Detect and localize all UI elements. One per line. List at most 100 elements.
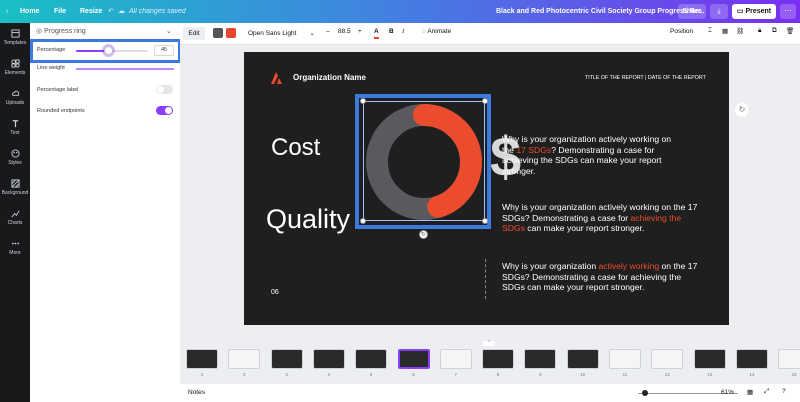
transparency-icon[interactable]: ▦: [722, 27, 728, 35]
grid-view-icon[interactable]: ▦: [747, 388, 753, 396]
page-thumbnail[interactable]: [482, 349, 515, 369]
rail-styles[interactable]: Styles: [0, 149, 30, 166]
page-thumbnail[interactable]: [778, 349, 800, 369]
document-title[interactable]: Black and Red Photocentric Civil Society…: [496, 0, 705, 23]
page-number-label: 14: [749, 372, 755, 377]
bold-icon[interactable]: B: [389, 28, 394, 35]
page-number-label: 8: [496, 372, 500, 377]
percentage-slider-track[interactable]: [76, 46, 148, 55]
panel-header[interactable]: ◎ Progress ring: [36, 27, 86, 35]
rounded-endpoints-toggle[interactable]: [156, 106, 173, 115]
chevron-down-icon[interactable]: ⌄: [166, 27, 172, 35]
position-button[interactable]: Position: [670, 28, 693, 35]
page-thumbnail[interactable]: [439, 349, 472, 369]
present-button[interactable]: ▭ Present: [732, 4, 776, 19]
page-number-label: 6: [412, 372, 415, 377]
download-icon[interactable]: ⤓: [710, 4, 728, 19]
share-button[interactable]: Share: [678, 4, 706, 19]
rail-label: Background: [1, 190, 29, 196]
quality-heading: Quality: [266, 204, 351, 234]
styles-icon: [10, 149, 20, 158]
rail-elements[interactable]: Elements: [0, 59, 30, 76]
paint-format-icon[interactable]: ⌶: [708, 27, 712, 35]
increase-size-icon[interactable]: +: [358, 28, 362, 35]
rail-uploads[interactable]: Uploads: [0, 89, 30, 106]
font-size-input[interactable]: 88.5: [338, 28, 351, 35]
color-swatch-red[interactable]: [226, 28, 236, 38]
rail-templates[interactable]: Templates: [0, 29, 30, 46]
undo-icon[interactable]: ↶: [108, 0, 114, 23]
percentage-input[interactable]: 45: [154, 45, 174, 56]
notes-button[interactable]: Notes: [188, 389, 205, 396]
fullscreen-icon[interactable]: ⤢: [764, 388, 769, 396]
page-number-label: 15: [791, 372, 797, 377]
link-icon[interactable]: ⛓: [736, 27, 744, 35]
rail-label: Elements: [4, 70, 26, 76]
refresh-icon[interactable]: ↻: [735, 103, 749, 117]
toggle-knob: [157, 86, 164, 93]
page-thumbnail[interactable]: [186, 349, 218, 369]
page-thumbnail[interactable]: [735, 349, 768, 369]
rail-background[interactable]: Background: [0, 179, 30, 196]
page-thumbnail[interactable]: [693, 349, 726, 369]
line-weight-label: Line weight: [37, 65, 65, 71]
line-weight-slider[interactable]: [76, 68, 174, 70]
selection-box[interactable]: [363, 101, 485, 221]
paragraph-2: Why is your organization actively workin…: [502, 202, 702, 234]
more-options-icon[interactable]: ⋯: [780, 4, 796, 19]
resize-handle[interactable]: [360, 218, 366, 224]
editor-toolbar: Edit Open Sans Light ⌄ – 88.5 + A B I ◌ …: [180, 23, 800, 45]
cloud-saved-icon: ☁: [118, 8, 125, 15]
rail-more[interactable]: More: [0, 239, 30, 256]
page-thumbnail[interactable]: [566, 349, 599, 369]
back-chevron-icon[interactable]: ‹: [6, 0, 8, 23]
edit-button[interactable]: Edit: [183, 27, 205, 40]
trash-icon[interactable]: 🗑︎: [786, 27, 794, 35]
rotate-handle-icon[interactable]: ↻: [419, 230, 428, 239]
help-icon[interactable]: ?: [782, 388, 786, 395]
page-thumbnail[interactable]: [524, 349, 557, 369]
percentage-label: Percentage: [37, 47, 66, 53]
rail-text[interactable]: Text: [0, 119, 30, 136]
page-number-label: 5: [369, 372, 373, 377]
rail-label: Uploads: [5, 100, 25, 106]
p2-text-end: can make your report stronger.: [524, 223, 645, 234]
italic-icon[interactable]: I: [402, 28, 404, 35]
text-color-icon[interactable]: A: [374, 27, 379, 39]
page-thumbnail[interactable]: [270, 349, 303, 369]
present-label: Present: [745, 8, 772, 15]
page-thumbnail[interactable]: [228, 349, 261, 369]
page-number-label: 1: [200, 372, 204, 377]
percentage-label-toggle[interactable]: [156, 85, 173, 94]
home-button[interactable]: Home: [20, 0, 39, 23]
page-thumbnail[interactable]: [651, 349, 684, 369]
page-thumbnail[interactable]: [609, 349, 641, 369]
percentage-label-toggle-label: Percentage label: [37, 87, 79, 93]
resize-handle[interactable]: [482, 218, 488, 224]
zoom-slider-handle[interactable]: [642, 390, 648, 396]
lock-icon[interactable]: 🔒︎: [758, 27, 761, 35]
resize-handle[interactable]: [482, 98, 488, 104]
paragraph-1: Why is your organization actively workin…: [502, 134, 680, 176]
rail-charts[interactable]: Charts: [0, 209, 30, 226]
page-thumbnail[interactable]: [397, 349, 430, 369]
zoom-level[interactable]: 61%: [721, 389, 734, 396]
page-thumbnail[interactable]: [312, 349, 345, 369]
resize-handle[interactable]: [360, 98, 366, 104]
footer-bar: Notes 61% ▦ ⤢ ?: [180, 384, 800, 402]
rail-label: Charts: [7, 220, 23, 226]
cost-heading: Cost: [271, 134, 321, 161]
decrease-size-icon[interactable]: –: [326, 28, 330, 35]
duplicate-icon[interactable]: ⧉: [772, 27, 777, 35]
resize-menu[interactable]: Resize: [80, 0, 102, 23]
file-menu[interactable]: File: [54, 0, 66, 23]
chevron-up-icon[interactable]: ⌃: [483, 341, 495, 346]
page-number-label: 3: [285, 372, 288, 377]
font-dropdown[interactable]: Open Sans Light ⌄: [245, 27, 317, 40]
background-icon: [10, 179, 20, 188]
percentage-slider-handle[interactable]: [103, 46, 113, 55]
animate-button[interactable]: ◌ Animate: [422, 28, 451, 35]
page-thumbnail[interactable]: [355, 349, 388, 369]
font-name: Open Sans Light: [248, 30, 297, 37]
color-swatch-gray[interactable]: [213, 28, 223, 38]
